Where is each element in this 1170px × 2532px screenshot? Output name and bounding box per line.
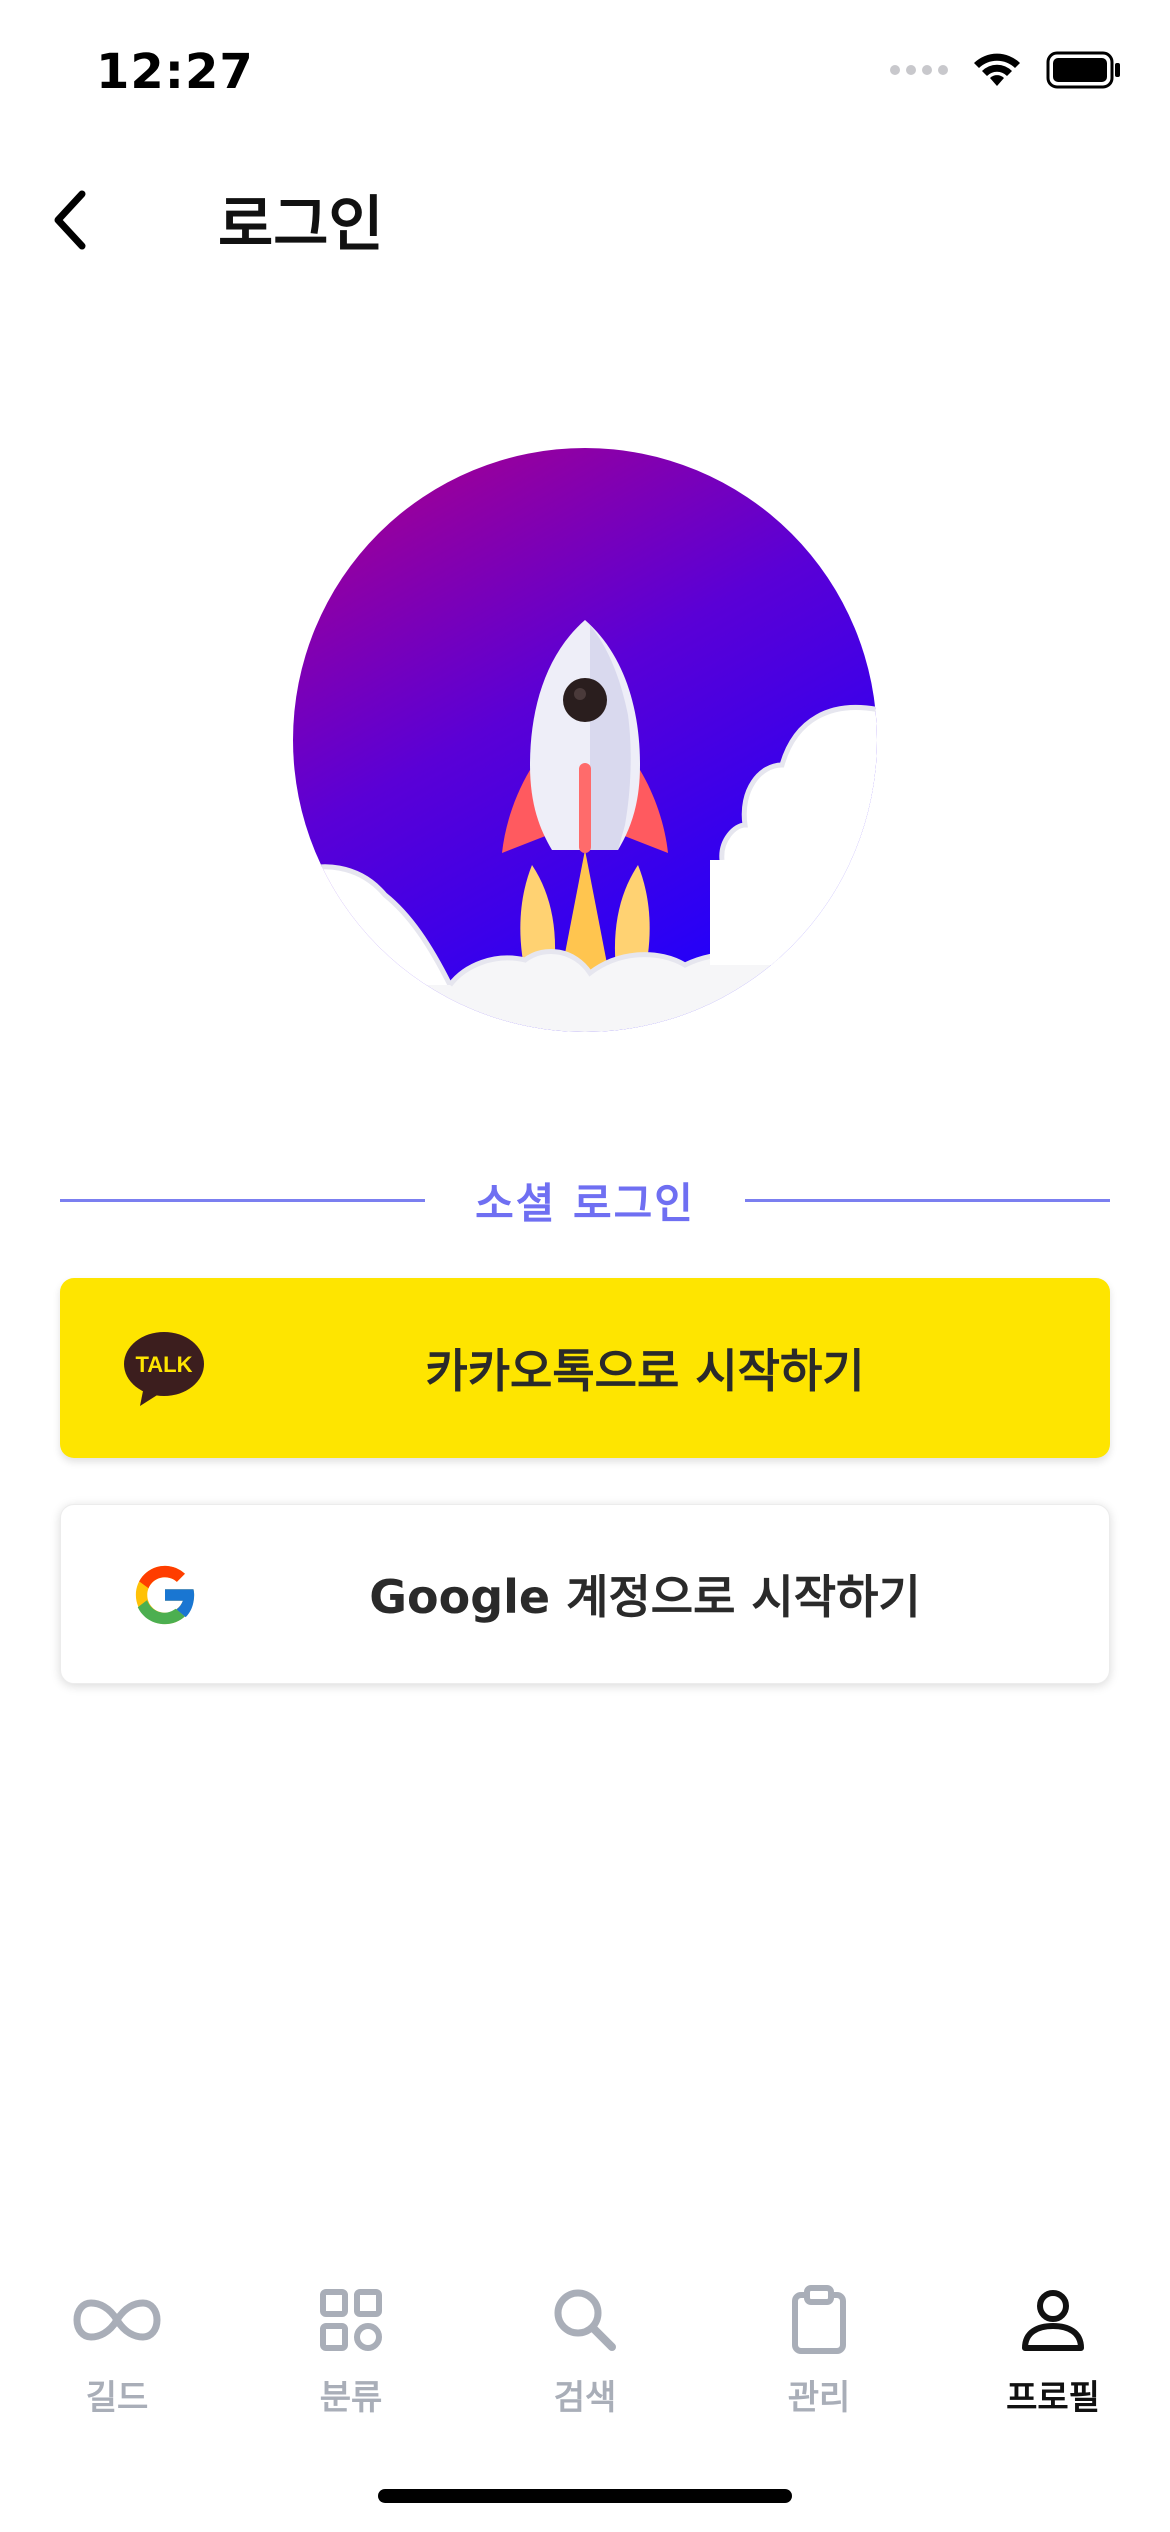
kakao-login-button[interactable]: TALK 카카오톡으로 시작하기: [60, 1278, 1110, 1458]
tab-label: 관리: [787, 2378, 851, 2418]
google-login-button[interactable]: Google 계정으로 시작하기: [60, 1504, 1110, 1684]
kakao-login-label: 카카오톡으로 시작하기: [425, 1344, 865, 1398]
infinity-icon: [72, 2280, 162, 2360]
status-indicators: [890, 50, 1122, 90]
bottom-tab-bar: 길드 분류 검색 관리 프로필: [0, 2280, 1170, 2430]
wifi-icon: [974, 53, 1020, 86]
grid-icon: [306, 2280, 396, 2360]
divider-line-right: [744, 1198, 1111, 1202]
battery-icon: [1046, 51, 1120, 89]
tab-profile[interactable]: 프로필: [936, 2280, 1170, 2430]
search-icon: [540, 2280, 630, 2360]
tab-label: 프로필: [1006, 2378, 1100, 2418]
tab-label: 검색: [553, 2378, 617, 2418]
tab-search[interactable]: 검색: [468, 2280, 702, 2430]
tab-guild[interactable]: 길드: [0, 2280, 234, 2430]
divider-line-left: [60, 1198, 426, 1202]
status-bar: 12:27: [0, 0, 1170, 140]
tab-category[interactable]: 분류: [234, 2280, 468, 2430]
back-button[interactable]: [40, 180, 100, 260]
home-indicator: [378, 2489, 792, 2503]
rocket-illustration: [290, 445, 880, 1035]
social-login-label: 소셜 로그인: [475, 1178, 695, 1228]
tab-manage[interactable]: 관리: [702, 2280, 936, 2430]
tab-label: 분류: [319, 2378, 383, 2418]
social-login-divider: 소셜 로그인: [60, 1165, 1111, 1235]
page-title: 로그인: [218, 190, 384, 260]
person-icon: [1008, 2280, 1098, 2360]
status-time: 12:27: [96, 44, 254, 100]
clipboard-icon: [774, 2280, 864, 2360]
chevron-left-icon: [54, 190, 86, 250]
cellular-signal-icon: [890, 65, 948, 75]
tab-label: 길드: [85, 2378, 149, 2418]
google-login-label: Google 계정으로 시작하기: [369, 1570, 921, 1624]
header: 로그인: [0, 140, 1170, 280]
